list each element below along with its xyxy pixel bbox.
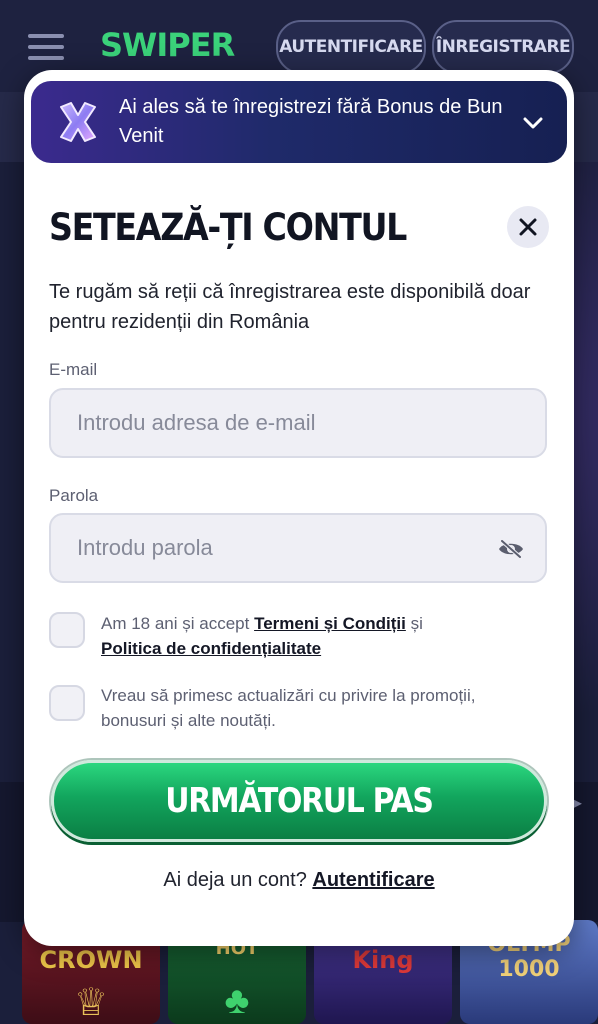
- terms-checkbox[interactable]: [49, 612, 85, 648]
- modal-title: SETEAZĂ-ȚI CONTUL: [49, 206, 407, 249]
- crown-icon: ♕: [73, 982, 109, 1024]
- bonus-banner[interactable]: Ai ales să te înregistrezi fără Bonus de…: [31, 81, 567, 163]
- login-prompt: Ai deja un cont? Autentificare: [24, 869, 574, 892]
- next-step-button[interactable]: URMĂTORUL PAS: [51, 760, 547, 842]
- promotions-checkbox[interactable]: [49, 685, 85, 721]
- close-button[interactable]: [507, 206, 549, 248]
- logo[interactable]: SWIPER: [100, 26, 235, 64]
- x-badge-icon: [60, 102, 96, 142]
- email-field[interactable]: [49, 388, 547, 458]
- terms-conjunction: și: [410, 614, 423, 633]
- game-tile-title: King: [352, 946, 414, 974]
- next-step-label: URMĂTORUL PAS: [165, 781, 434, 821]
- header-register-button[interactable]: ÎNREGISTRARE: [432, 20, 574, 74]
- login-prompt-text: Ai deja un cont?: [163, 869, 307, 891]
- login-link[interactable]: Autentificare: [312, 869, 434, 891]
- header-login-button[interactable]: AUTENTIFICARE: [276, 20, 426, 74]
- chevron-down-icon[interactable]: [521, 111, 545, 135]
- hamburger-menu-icon[interactable]: [28, 34, 64, 60]
- password-field[interactable]: [49, 513, 547, 583]
- residency-notice: Te rugăm să reții că înregistrarea este …: [49, 281, 531, 333]
- game-tile-title: CROWN: [39, 946, 143, 974]
- password-label: Parola: [49, 486, 99, 505]
- terms-link[interactable]: Termeni și Condiții: [254, 614, 406, 633]
- bonus-banner-text: Ai ales să te înregistrezi fără Bonus de…: [119, 96, 503, 147]
- privacy-link[interactable]: Politica de confidențialitate: [101, 639, 321, 658]
- terms-prefix: Am 18 ani și accept: [101, 614, 250, 633]
- clover-icon: ♣: [224, 980, 250, 1022]
- eye-off-icon[interactable]: [498, 540, 524, 558]
- registration-modal: Ai ales să te înregistrezi fără Bonus de…: [24, 70, 574, 946]
- close-icon: [519, 218, 537, 236]
- email-label: E-mail: [49, 360, 98, 379]
- promotions-text: Vreau să primesc actualizări cu privire …: [101, 686, 476, 730]
- terms-text: Am 18 ani și accept Termeni și Condiții …: [101, 611, 541, 661]
